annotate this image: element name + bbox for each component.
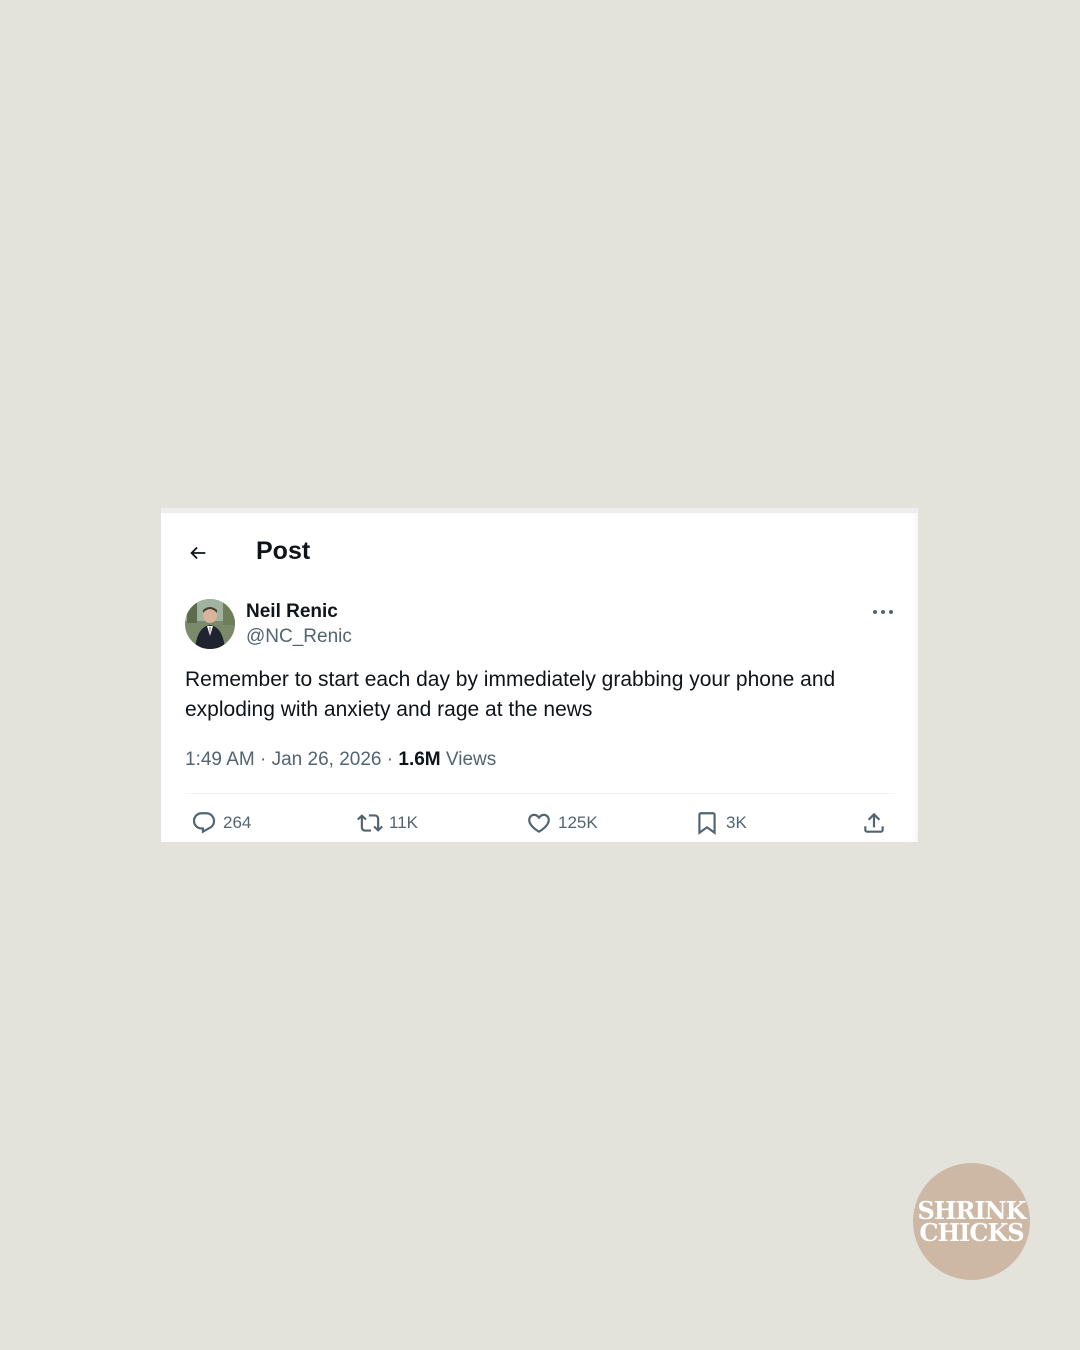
repost-icon	[357, 814, 383, 832]
reply-count: 264	[223, 813, 252, 832]
back-button[interactable]	[183, 538, 213, 568]
divider	[185, 793, 895, 794]
repost-button[interactable]: 11K	[357, 805, 418, 841]
bookmark-icon	[698, 812, 716, 835]
avatar[interactable]	[185, 599, 235, 649]
bookmark-button[interactable]: 3K	[694, 805, 747, 841]
meta-separator: ·	[386, 749, 394, 770]
post-meta: 1:49 AM · Jan 26, 2026 · 1.6M Views	[185, 748, 496, 772]
meta-separator: ·	[260, 749, 267, 770]
heart-icon	[528, 813, 550, 833]
reply-icon	[192, 812, 216, 834]
post-date[interactable]: Jan 26, 2026	[272, 749, 382, 770]
like-count: 125K	[558, 813, 598, 832]
avatar-photo	[185, 599, 235, 649]
post-card: Post Neil Renic @NC_Renic Remember to st…	[161, 508, 918, 842]
like-button[interactable]: 125K	[526, 805, 598, 841]
more-options-button[interactable]	[869, 601, 897, 623]
share-icon	[864, 812, 884, 833]
action-bar: 264 11K 125K 3K	[185, 805, 895, 841]
views-count: 1.6M	[398, 749, 441, 770]
author-handle[interactable]: @NC_Renic	[246, 626, 352, 648]
reply-button[interactable]: 264	[191, 805, 251, 841]
post-time[interactable]: 1:49 AM	[185, 749, 255, 770]
share-button[interactable]	[861, 805, 887, 841]
repost-count: 11K	[389, 813, 418, 832]
page-title: Post	[256, 537, 311, 565]
bookmark-count: 3K	[726, 813, 747, 832]
post-text: Remember to start each day by immediatel…	[185, 668, 836, 721]
more-horizontal-icon	[873, 610, 893, 614]
arrow-left-icon	[190, 546, 206, 560]
shrink-chicks-logo: SHRINK CHICKS	[913, 1163, 1030, 1280]
author-name[interactable]: Neil Renic	[246, 601, 338, 623]
logo-line-2: CHICKS	[919, 1217, 1024, 1247]
views-label: Views	[445, 749, 497, 770]
